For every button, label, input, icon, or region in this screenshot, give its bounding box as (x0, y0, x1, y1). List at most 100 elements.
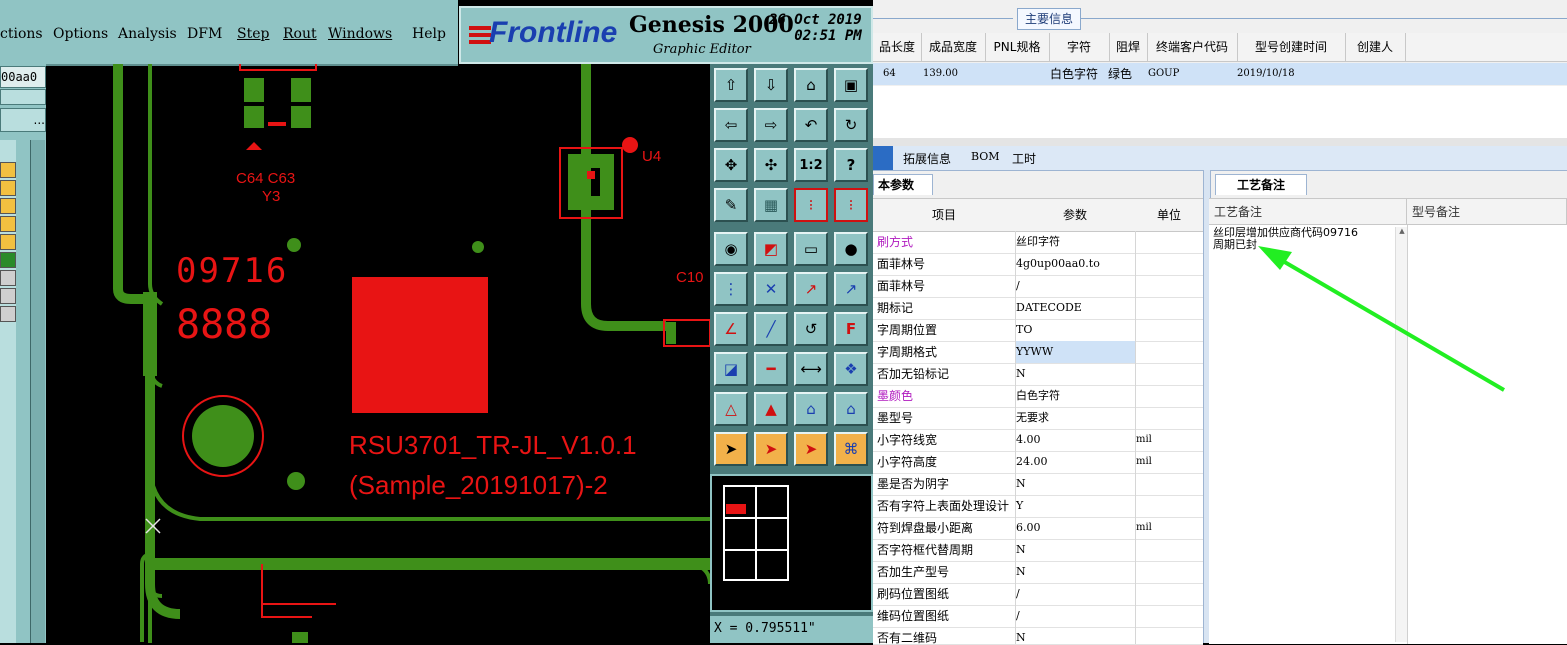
header-item[interactable]: 项目 (873, 199, 1016, 232)
move-point-icon[interactable]: ↗ (794, 272, 828, 306)
param-value[interactable]: N (1016, 539, 1026, 561)
tab-basic-params[interactable]: 本参数 (873, 174, 933, 195)
rotate-icon[interactable]: ↺ (794, 312, 828, 346)
param-row[interactable]: 维码位置图纸 / (873, 605, 1203, 628)
select-pad-icon[interactable]: ◉ (714, 232, 748, 266)
tab-process-remark[interactable]: 工艺备注 (1215, 174, 1307, 195)
param-row[interactable]: 墨型号 无要求 (873, 407, 1203, 430)
param-value[interactable]: N (1016, 363, 1026, 385)
mirror-icon[interactable]: F (834, 312, 868, 346)
pointer-icon[interactable]: ➤ (714, 432, 748, 466)
process-remark-text[interactable]: 丝印层增加供应商代码09716 周期已封 (1213, 227, 1393, 251)
pan-right-icon[interactable]: ⇨ (754, 108, 788, 142)
line-icon[interactable]: ╱ (754, 312, 788, 346)
col-created[interactable]: 型号创建时间 (1237, 33, 1346, 61)
param-value[interactable]: 4g0up00aa0.to (1016, 253, 1100, 275)
tab-bom[interactable]: BOM (971, 150, 1000, 163)
header-unit[interactable]: 单位 (1135, 199, 1204, 232)
param-row[interactable]: 否加生产型号 N (873, 561, 1203, 584)
minimap[interactable] (710, 474, 873, 612)
param-row[interactable]: 面菲林号 4g0up00aa0.to (873, 253, 1203, 276)
move-point-alt-icon[interactable]: ↗ (834, 272, 868, 306)
net-pointer-icon[interactable]: ⌘ (834, 432, 868, 466)
pan-left-icon[interactable]: ⇦ (714, 108, 748, 142)
header-model-remark[interactable]: 型号备注 (1407, 199, 1567, 225)
layer-scrollbar[interactable] (30, 140, 45, 643)
param-row[interactable]: 刷码位置图纸 / (873, 583, 1203, 606)
tab-labor[interactable]: 工时 (1012, 150, 1036, 167)
horizontal-splitter[interactable] (873, 138, 1567, 146)
bridge-icon[interactable]: ⌂ (794, 392, 828, 426)
col-creator[interactable]: 创建人 (1345, 33, 1406, 61)
undo-zoom-icon[interactable]: ↶ (794, 108, 828, 142)
param-value[interactable]: TO (1016, 319, 1032, 341)
col-mask[interactable]: 阻焊 (1109, 33, 1148, 61)
shapes-icon[interactable]: ❖ (834, 352, 868, 386)
param-value[interactable]: 白色字符 (1016, 385, 1060, 407)
param-value[interactable]: DATECODE (1016, 297, 1082, 319)
ruler-icon[interactable]: ▭ (794, 232, 828, 266)
param-value[interactable]: N (1016, 561, 1026, 583)
param-row[interactable]: 否加无铅标记 N (873, 363, 1203, 386)
pointer-box-alt-icon[interactable]: ➤ (794, 432, 828, 466)
zoom-down-icon[interactable]: ⇩ (754, 68, 788, 102)
param-row[interactable]: 小字符线宽 4.00 mil (873, 429, 1203, 452)
param-value[interactable]: N (1016, 473, 1026, 495)
param-value[interactable]: YYWW (1016, 341, 1135, 363)
zoom-fit-icon[interactable]: ✥ (714, 148, 748, 182)
col-customer[interactable]: 终端客户代码 (1147, 33, 1238, 61)
param-value[interactable]: Y (1016, 495, 1023, 517)
help-button[interactable]: ? (834, 148, 868, 182)
pointer-box-icon[interactable]: ➤ (754, 432, 788, 466)
angle-icon[interactable]: ∠ (714, 312, 748, 346)
tab-extended-info[interactable]: 拓展信息 (903, 150, 951, 167)
menu-rout[interactable]: Rout (283, 26, 317, 42)
browse-button[interactable]: ... (0, 108, 46, 132)
connect-icon[interactable]: ⋮ (714, 272, 748, 306)
param-row[interactable]: 字周期位置 TO (873, 319, 1203, 342)
param-value[interactable]: / (1016, 583, 1020, 605)
zoom-center-icon[interactable]: ✣ (754, 148, 788, 182)
col-char[interactable]: 字符 (1049, 33, 1110, 61)
pcb-canvas[interactable]: C64 C63 Y3 U4 C10 09716 8888 RSU3701_TR-… (46, 64, 710, 643)
zoom-home-icon[interactable]: ⇧ (714, 68, 748, 102)
param-value[interactable]: 丝印字符 (1016, 231, 1060, 253)
window-icon[interactable]: ▣ (834, 68, 868, 102)
menu-windows[interactable]: Windows (328, 26, 392, 42)
select-dot-icon[interactable]: ● (834, 232, 868, 266)
param-value[interactable]: / (1016, 605, 1020, 627)
layer-list[interactable] (0, 140, 16, 643)
param-value[interactable]: 24.00 (1016, 451, 1048, 473)
trace-icon[interactable]: ━ (754, 352, 788, 386)
menu-help[interactable]: Help (412, 26, 446, 42)
param-row[interactable]: 小字符高度 24.00 mil (873, 451, 1203, 474)
table-row[interactable]: 64 139.00 白色字符 绿色 GOUP 2019/10/18 (873, 63, 1567, 85)
measure-icon[interactable]: ⟷ (794, 352, 828, 386)
triangle-alt-icon[interactable]: ▲ (754, 392, 788, 426)
param-row[interactable]: 墨是否为阴字 N (873, 473, 1203, 496)
menu-step[interactable]: Step (237, 26, 269, 42)
palette-icon[interactable]: ✎ (714, 188, 748, 222)
layer-field[interactable]: 00aa0 (0, 66, 46, 88)
param-row[interactable]: 否有二维码 N (873, 627, 1203, 645)
grid-icon[interactable]: ▦ (754, 188, 788, 222)
menu-actions[interactable]: ctions (0, 26, 43, 42)
col-width[interactable]: 成品宽度 (921, 33, 986, 61)
param-row[interactable]: 墨颜色 白色字符 (873, 385, 1203, 408)
param-row[interactable]: 刷方式 丝印字符 (873, 231, 1203, 254)
header-process-remark[interactable]: 工艺备注 (1209, 199, 1407, 225)
param-value[interactable]: N (1016, 627, 1026, 644)
menu-dfm[interactable]: DFM (187, 26, 222, 42)
layer-toggle-icon[interactable]: ⁝ (794, 188, 828, 222)
param-row[interactable]: 期标记 DATECODE (873, 297, 1203, 320)
param-row[interactable]: 字周期格式 YYWW (873, 341, 1203, 364)
home-icon[interactable]: ⌂ (794, 68, 828, 102)
menu-options[interactable]: Options (53, 26, 108, 42)
menu-analysis[interactable]: Analysis (118, 26, 177, 42)
col-pnl[interactable]: PNL规格 (985, 33, 1050, 61)
param-row[interactable]: 符到焊盘最小距离 6.00 mil (873, 517, 1203, 540)
snap-icon[interactable]: ◪ (714, 352, 748, 386)
header-value[interactable]: 参数 (1015, 199, 1136, 232)
redraw-icon[interactable]: ↻ (834, 108, 868, 142)
param-value[interactable]: 6.00 (1016, 517, 1041, 539)
